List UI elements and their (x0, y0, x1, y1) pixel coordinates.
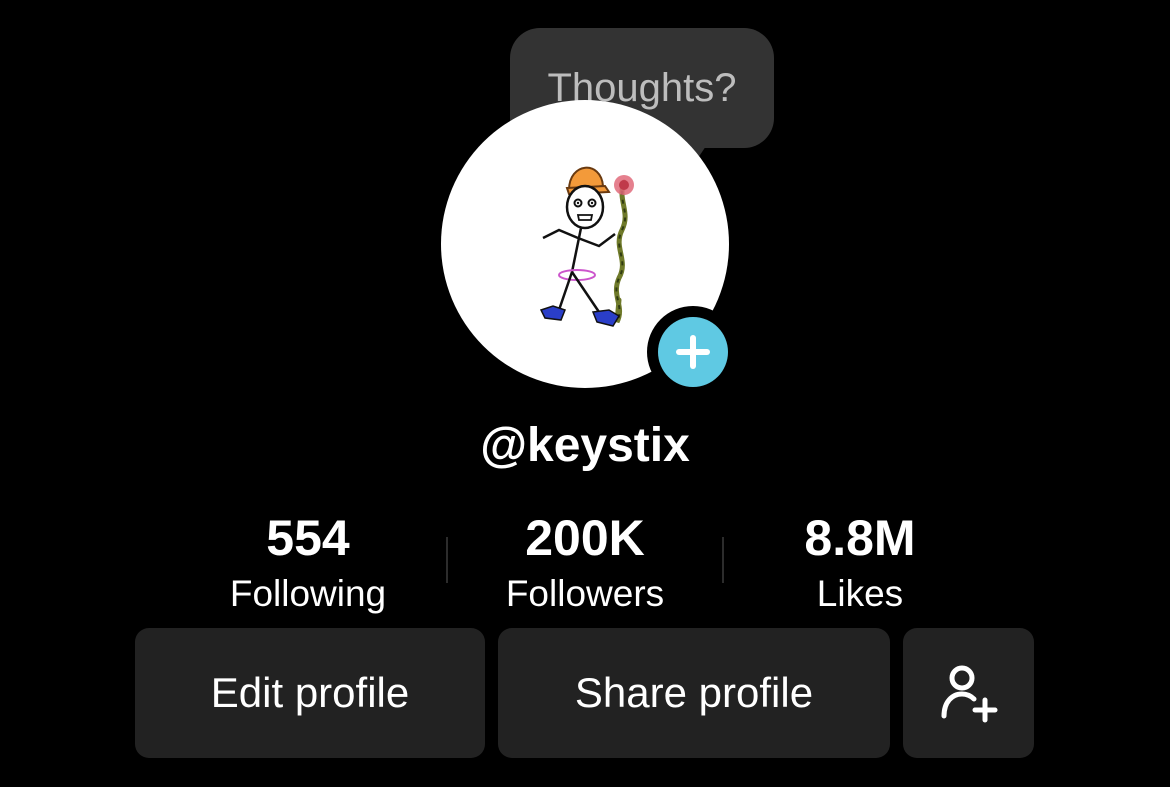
stat-following[interactable]: 554 Following (178, 510, 438, 616)
add-user-icon (941, 665, 997, 723)
plus-icon (676, 335, 710, 369)
stat-followers[interactable]: 200K Followers (455, 510, 715, 616)
stat-likes[interactable]: 8.8M Likes (730, 510, 990, 616)
edit-profile-label: Edit profile (210, 669, 410, 716)
followers-label: Followers (505, 573, 665, 614)
likes-count: 8.8M (804, 510, 916, 566)
following-label: Following (229, 573, 387, 614)
followers-count: 200K (525, 510, 645, 566)
stat-divider (446, 537, 448, 583)
username: @keystix (480, 419, 690, 472)
likes-label: Likes (816, 573, 904, 614)
following-count: 554 (266, 510, 350, 566)
add-friend-button[interactable] (903, 628, 1034, 758)
edit-profile-button[interactable]: Edit profile (135, 628, 485, 758)
add-photo-button[interactable] (647, 306, 739, 398)
share-profile-label: Share profile (574, 669, 814, 716)
stat-divider (722, 537, 724, 583)
share-profile-button[interactable]: Share profile (498, 628, 890, 758)
